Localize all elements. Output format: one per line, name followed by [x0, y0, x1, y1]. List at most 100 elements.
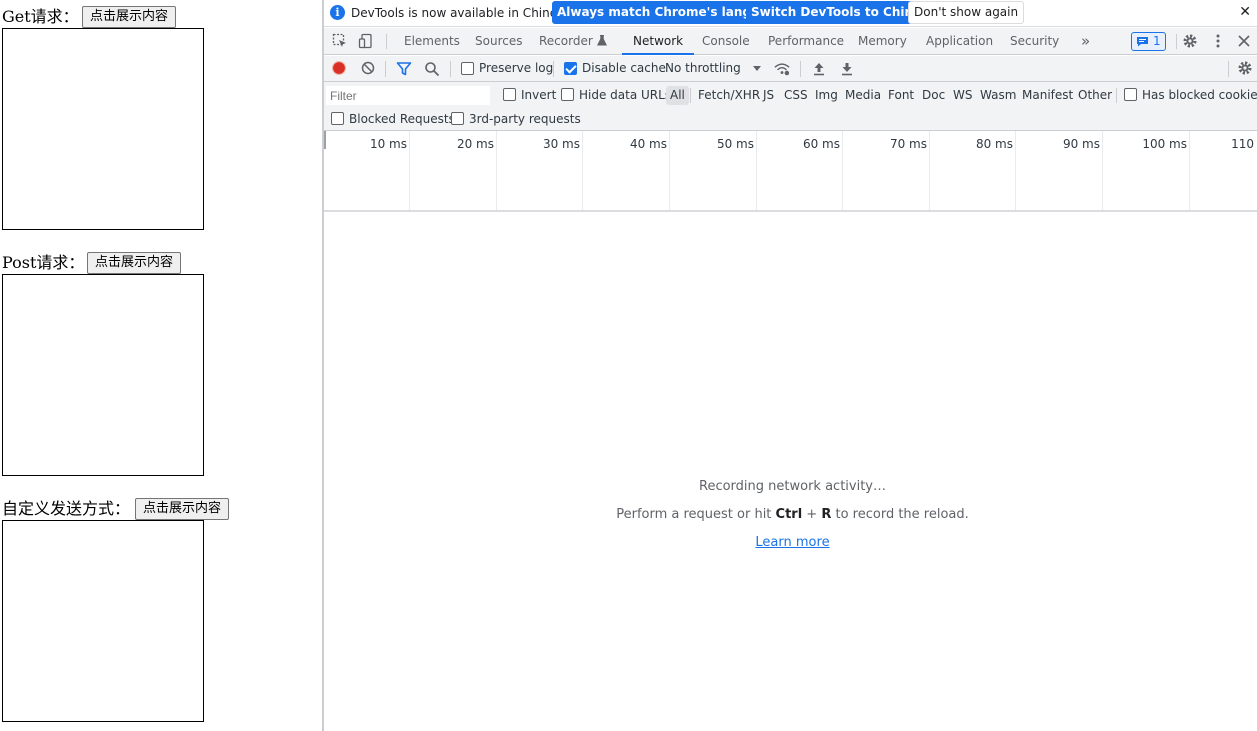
tabbar-separator-right [1176, 34, 1177, 49]
issues-badge[interactable]: 1 [1131, 32, 1166, 51]
tick-label: 80 ms [975, 137, 1013, 151]
tick-label: 50 ms [716, 137, 754, 151]
custom-show-button[interactable]: 点击展示内容 [135, 498, 230, 520]
import-har-upload-icon[interactable] [811, 61, 827, 77]
hide-data-urls-checkbox[interactable] [561, 88, 574, 101]
web-page: Get请求： 点击展示内容 Post请求： 点击展示内容 自定义发送方式： 点击… [0, 0, 322, 731]
issues-count: 1 [1153, 34, 1161, 48]
tab-elements[interactable]: Elements [404, 28, 460, 55]
tick-line [929, 131, 930, 210]
close-devtools-icon[interactable] [1236, 33, 1252, 49]
timeline-start-marker [324, 131, 326, 149]
preserve-log-checkbox[interactable] [461, 62, 474, 75]
network-settings-gear-icon[interactable] [1237, 60, 1253, 76]
filter-funnel-icon[interactable] [396, 61, 412, 77]
search-icon[interactable] [424, 61, 440, 77]
reload-hint-suffix: to record the reload. [831, 507, 969, 522]
type-filter-ws[interactable]: WS [953, 86, 972, 105]
tab-sources[interactable]: Sources [475, 28, 522, 55]
recording-message: Recording network activity… [699, 479, 886, 494]
blocked-requests-checkbox[interactable] [331, 112, 344, 125]
type-filter-font[interactable]: Font [888, 86, 914, 105]
third-party-requests-checkbox[interactable] [451, 112, 464, 125]
disable-cache-checkbox[interactable] [564, 62, 577, 75]
tick-label: 60 ms [802, 137, 840, 151]
get-show-button[interactable]: 点击展示内容 [82, 6, 177, 28]
devtools-tabbar: Elements Sources Recorder Network Consol… [324, 28, 1257, 55]
close-icon[interactable]: ✕ [1239, 4, 1251, 20]
type-filter-fetch-xhr[interactable]: Fetch/XHR [698, 86, 760, 105]
tab-network[interactable]: Network [622, 28, 695, 55]
devtools-panel: i DevTools is now available in Chinese! … [324, 0, 1257, 731]
post-show-button[interactable]: 点击展示内容 [87, 252, 182, 274]
network-toolbar: Preserve log Disable cache No throttling [324, 56, 1257, 82]
tick-line [669, 131, 670, 210]
dont-show-again-button[interactable]: Don't show again [908, 1, 1025, 24]
tick-label: 10 ms [369, 137, 407, 151]
tick-line [842, 131, 843, 210]
reload-hint-prefix: Perform a request or hit [616, 507, 776, 522]
get-content-box [2, 28, 204, 230]
r-key: R [821, 507, 832, 522]
clear-icon[interactable] [360, 60, 376, 76]
toolbar-separator-5 [1228, 61, 1229, 77]
tab-security[interactable]: Security [1010, 28, 1059, 55]
record-icon[interactable] [331, 60, 347, 76]
network-overview-timeline[interactable]: 10 ms 20 ms 30 ms 40 ms 50 ms 60 ms 70 m… [324, 131, 1257, 212]
flask-icon [596, 35, 607, 46]
tab-application[interactable]: Application [926, 28, 993, 55]
get-label: Get请求： [2, 7, 79, 26]
hide-data-urls-label: Hide data URLs [579, 88, 672, 102]
more-tabs-chevron-icon[interactable]: » [1081, 28, 1090, 55]
tick-label: 30 ms [542, 137, 580, 151]
info-icon: i [330, 5, 345, 20]
type-filter-js[interactable]: JS [763, 86, 774, 105]
invert-label: Invert [521, 88, 557, 102]
type-filter-all[interactable]: All [666, 86, 689, 105]
has-blocked-cookies-label: Has blocked cookies [1142, 88, 1257, 102]
tab-recorder-label: Recorder [539, 34, 593, 48]
network-filter-bar: Invert Hide data URLs All Fetch/XHR JS C… [324, 82, 1257, 131]
type-filter-media[interactable]: Media [845, 86, 881, 105]
filter-separator [690, 88, 691, 103]
tick-label: 40 ms [629, 137, 667, 151]
throttling-select[interactable]: No throttling [665, 61, 741, 75]
filter-separator-2 [1116, 88, 1117, 103]
settings-gear-icon[interactable] [1182, 33, 1198, 49]
type-filter-wasm[interactable]: Wasm [980, 86, 1016, 105]
tab-recorder[interactable]: Recorder [539, 28, 607, 55]
type-filter-img[interactable]: Img [815, 86, 838, 105]
tab-performance[interactable]: Performance [768, 28, 844, 55]
tab-memory[interactable]: Memory [858, 28, 907, 55]
has-blocked-cookies-checkbox[interactable] [1124, 88, 1137, 101]
language-infobar: i DevTools is now available in Chinese! … [324, 0, 1257, 27]
learn-more-link[interactable]: Learn more [755, 535, 829, 550]
issues-message-icon [1137, 37, 1148, 47]
tick-line [409, 131, 410, 210]
toolbar-separator-3 [553, 61, 554, 77]
invert-checkbox[interactable] [503, 88, 516, 101]
inspect-element-icon[interactable] [332, 33, 348, 49]
ctrl-key: Ctrl [775, 507, 803, 522]
type-filter-css[interactable]: CSS [784, 86, 808, 105]
export-har-download-icon[interactable] [839, 61, 855, 77]
reload-hint: Perform a request or hit Ctrl + R to rec… [324, 507, 1257, 522]
type-filter-other[interactable]: Other [1078, 86, 1112, 105]
tab-console[interactable]: Console [702, 28, 750, 55]
network-conditions-wifi-icon[interactable] [774, 61, 790, 77]
kebab-menu-icon[interactable] [1210, 33, 1226, 49]
tick-line [582, 131, 583, 210]
custom-content-box [2, 520, 204, 722]
disable-cache-label: Disable cache [582, 61, 666, 75]
tick-line [496, 131, 497, 210]
network-empty-state: Recording network activity… Perform a re… [324, 213, 1257, 731]
preserve-log-label: Preserve log [479, 61, 554, 75]
toolbar-separator [385, 61, 386, 77]
type-filter-doc[interactable]: Doc [922, 86, 945, 105]
device-toolbar-icon[interactable] [358, 33, 374, 49]
learn-more-row: Learn more [324, 535, 1257, 550]
tick-label: 70 ms [889, 137, 927, 151]
dropdown-arrow-icon[interactable] [749, 61, 765, 77]
filter-input[interactable] [326, 86, 490, 105]
type-filter-manifest[interactable]: Manifest [1022, 86, 1073, 105]
